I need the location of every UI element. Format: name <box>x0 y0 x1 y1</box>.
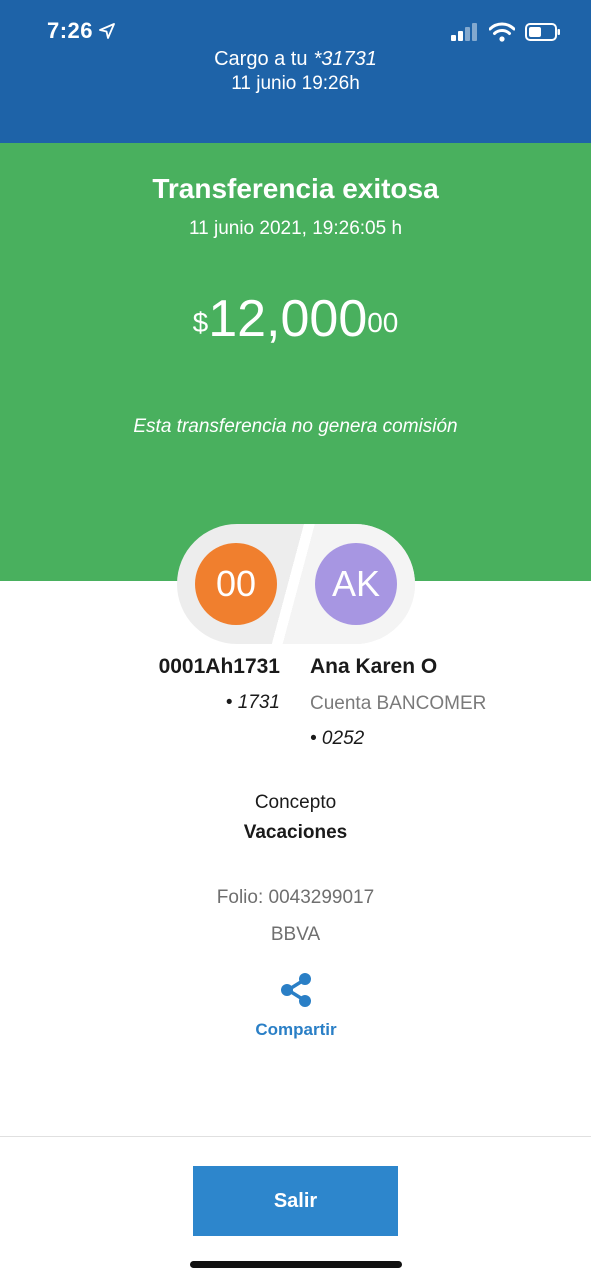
origin-account-name: 0001Ah1731 <box>158 655 280 678</box>
clock-text: 7:26 <box>47 18 94 43</box>
charge-label: Cargo a tu <box>214 48 308 70</box>
accounts-avatar-pill: 00 AK <box>177 524 415 644</box>
status-bar-time: 7:26 <box>47 18 115 44</box>
status-icons <box>451 22 561 42</box>
origin-avatar: 00 <box>195 543 277 625</box>
origin-account-suffix: • 1731 <box>225 692 280 713</box>
origin-initials: 00 <box>215 563 257 604</box>
amount-cents: 00 <box>367 307 399 338</box>
transfer-datetime: 11 junio 2021, 19:26:05 h <box>188 218 403 239</box>
amount-integer: 12,000 <box>208 290 368 348</box>
destination-initials: AK <box>331 563 381 604</box>
exit-button[interactable]: Salir <box>193 1166 398 1236</box>
concept-value: Vacaciones <box>243 822 348 843</box>
charge-date: 11 junio 19:26h <box>231 73 360 94</box>
charge-account-number: *31731 <box>313 48 377 70</box>
share-label: Compartir <box>255 1020 337 1039</box>
cellular-signal-icon <box>451 23 477 41</box>
bank-name: BBVA <box>270 924 321 945</box>
share-button[interactable]: Compartir <box>226 972 366 1052</box>
destination-bank-account: Cuenta BANCOMER <box>310 693 487 714</box>
wifi-icon <box>489 22 515 42</box>
share-icon <box>281 973 311 1007</box>
transfer-amount: $12,00000 <box>0 289 591 349</box>
folio-number: Folio: 0043299017 <box>216 887 375 908</box>
commission-note: Esta transferencia no genera comisión <box>133 416 458 437</box>
home-indicator <box>190 1261 402 1268</box>
destination-avatar: AK <box>315 543 397 625</box>
battery-icon <box>525 23 560 41</box>
location-arrow-icon <box>99 23 115 39</box>
header: 7:26 Cargo a tu *31731 11 junio 19:26h <box>0 0 591 143</box>
destination-name: Ana Karen O <box>310 655 438 678</box>
charge-account-line: Cargo a tu *31731 <box>0 48 591 71</box>
success-title: Transferencia exitosa <box>152 173 439 204</box>
footer-divider <box>0 1136 591 1137</box>
concept-label: Concepto <box>254 792 337 813</box>
success-panel: Transferencia exitosa 11 junio 2021, 19:… <box>0 143 591 581</box>
currency-symbol: $ <box>192 307 209 338</box>
destination-account-suffix: • 0252 <box>310 728 365 749</box>
